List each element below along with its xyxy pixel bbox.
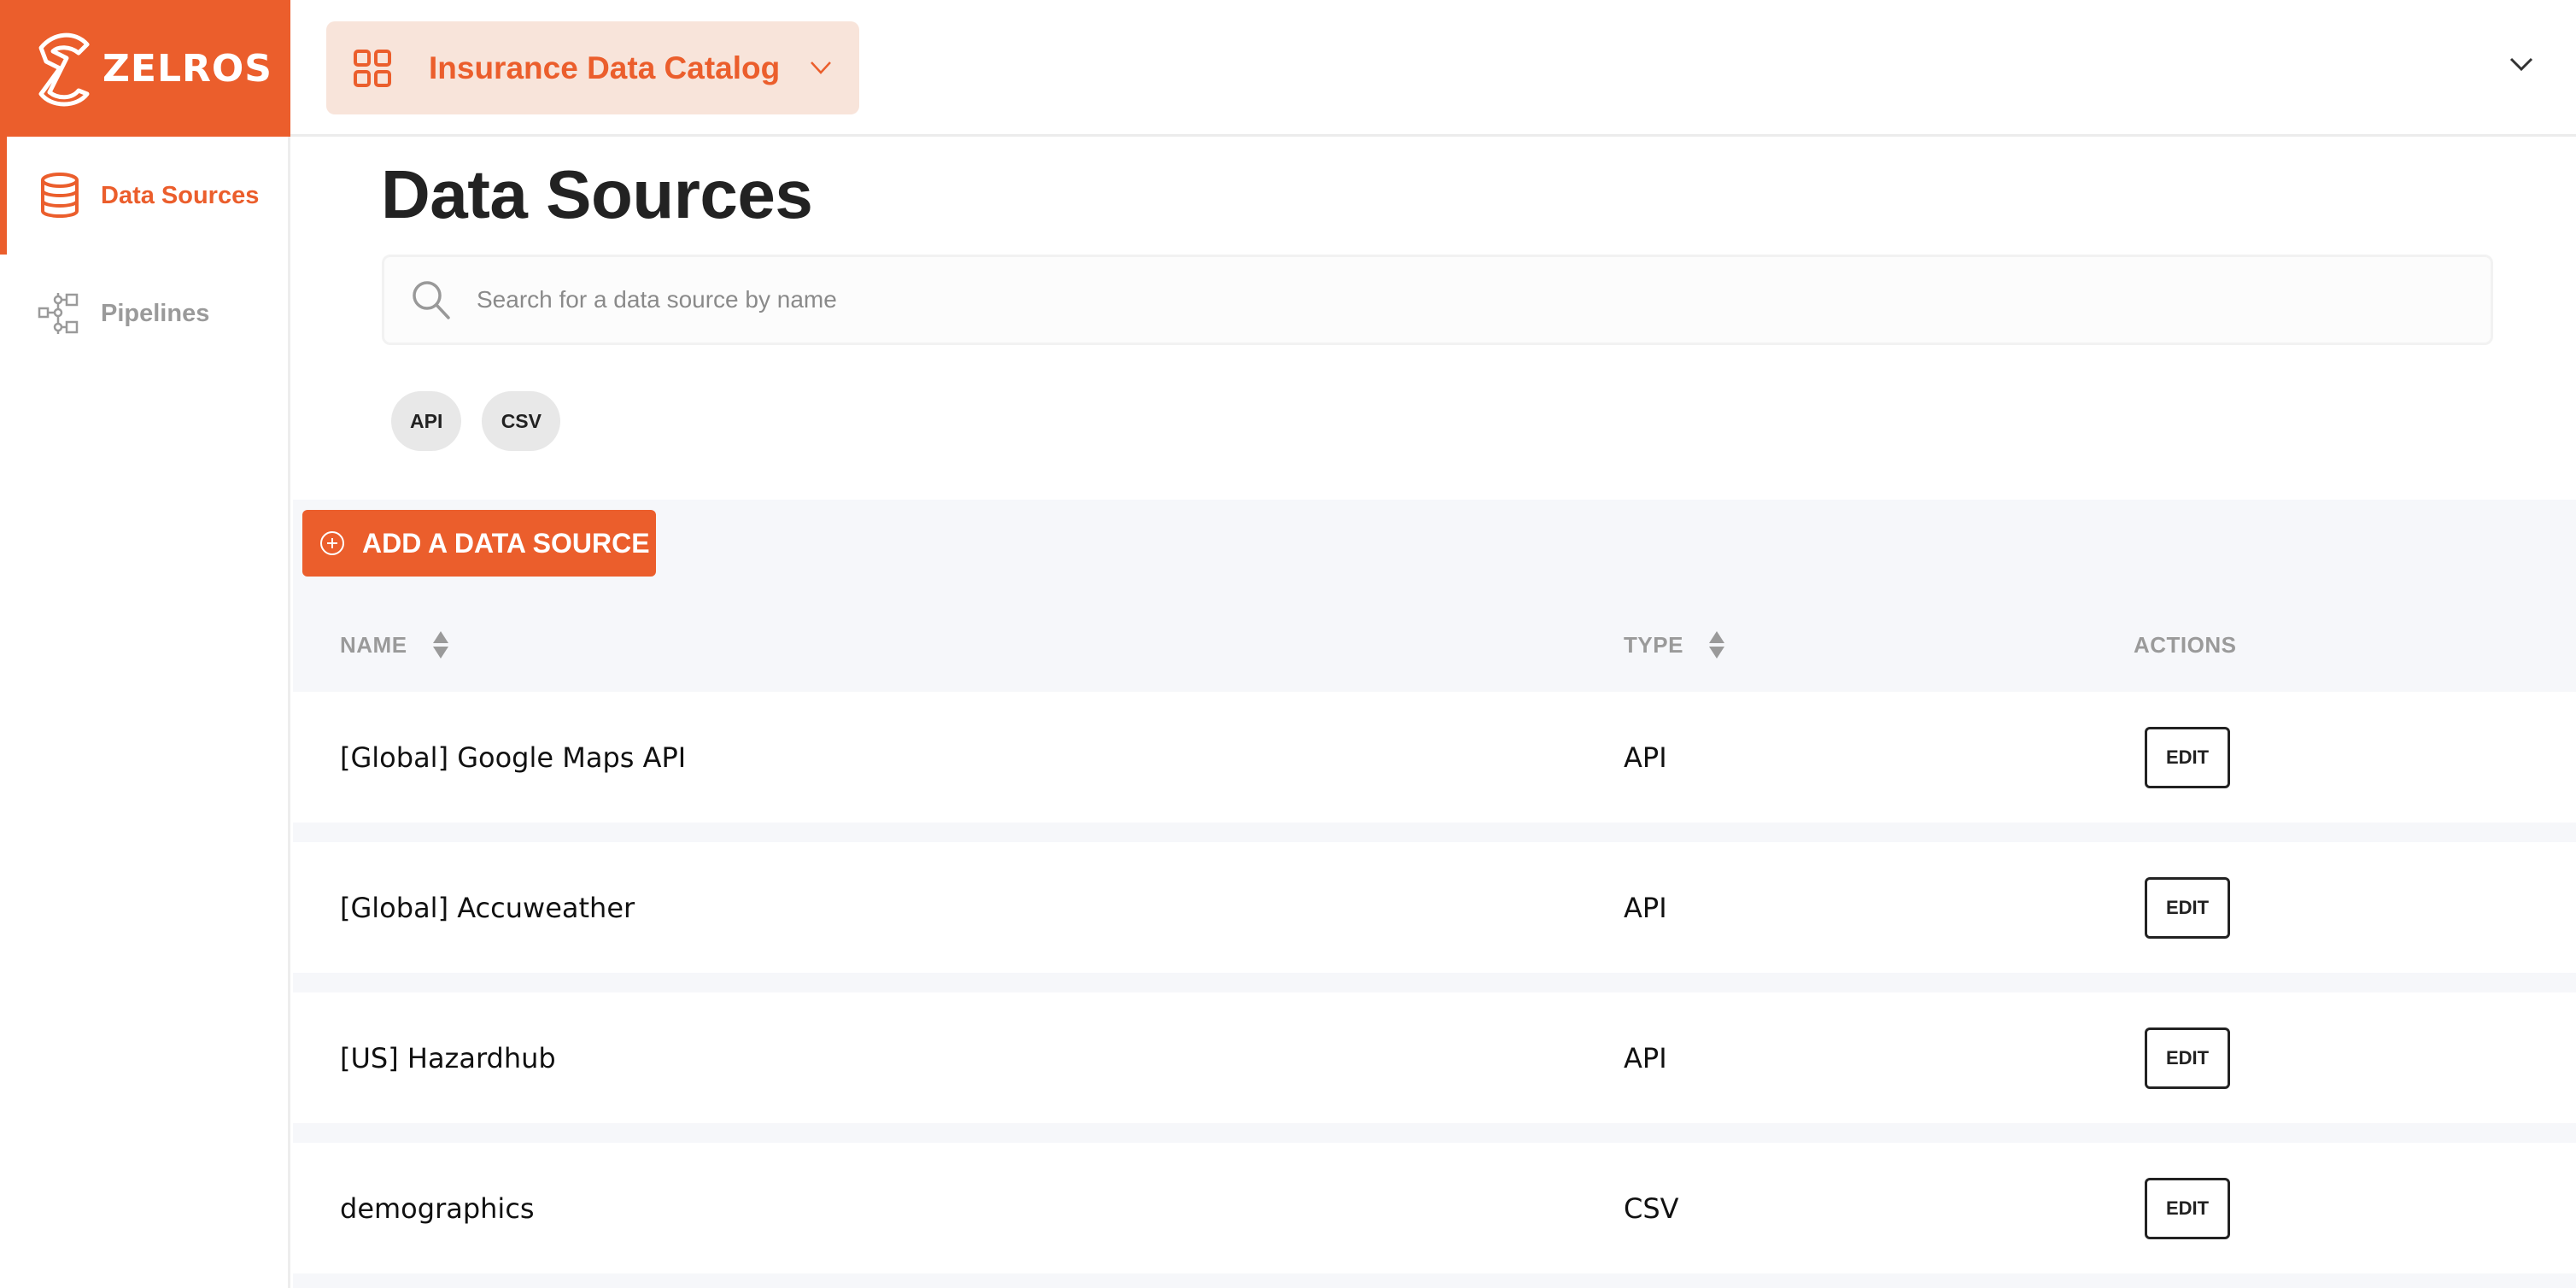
add-data-source-button[interactable]: ADD A DATA SOURCE xyxy=(302,510,656,577)
column-header-name[interactable]: NAME xyxy=(340,598,448,692)
filter-chip-csv[interactable]: CSV xyxy=(482,391,561,451)
column-label: NAME xyxy=(340,631,407,658)
cell-name: demographics xyxy=(340,1191,535,1225)
catalog-switcher[interactable]: Insurance Data Catalog xyxy=(326,21,859,114)
search-box[interactable] xyxy=(382,255,2493,345)
edit-button[interactable]: EDIT xyxy=(2145,1027,2230,1089)
column-header-actions: ACTIONS xyxy=(2134,598,2237,692)
page-title: Data Sources xyxy=(381,156,813,232)
table-row: [Global] Accuweather API EDIT xyxy=(293,842,2576,973)
cell-name: [US] Hazardhub xyxy=(340,1041,556,1074)
database-icon xyxy=(41,173,79,218)
add-button-label: ADD A DATA SOURCE xyxy=(362,527,650,559)
cell-type: API xyxy=(1624,891,1667,924)
search-input[interactable] xyxy=(477,286,2356,313)
edit-button[interactable]: EDIT xyxy=(2145,1177,2230,1239)
chevron-down-icon[interactable] xyxy=(2509,56,2533,73)
sidebar-item-data-sources[interactable]: Data Sources xyxy=(0,137,288,255)
filter-chip-api[interactable]: API xyxy=(391,391,462,451)
top-header: Insurance Data Catalog xyxy=(290,0,2576,137)
sidebar-item-label: Data Sources xyxy=(101,181,260,209)
sort-icon[interactable] xyxy=(1708,631,1724,659)
table-row: demographics CSV EDIT xyxy=(293,1143,2576,1273)
pipeline-icon xyxy=(38,293,79,334)
cell-name: [Global] Google Maps API xyxy=(340,741,687,774)
table-row: [US] Hazardhub API EDIT xyxy=(293,992,2576,1123)
logo[interactable]: ZELROS xyxy=(0,0,290,137)
grid-icon xyxy=(354,49,391,87)
column-label: ACTIONS xyxy=(2134,631,2237,658)
edit-button[interactable]: EDIT xyxy=(2145,726,2230,788)
column-header-type[interactable]: TYPE xyxy=(1624,598,1724,692)
cell-type: CSV xyxy=(1624,1191,1679,1225)
sort-icon[interactable] xyxy=(432,631,448,659)
column-label: TYPE xyxy=(1624,631,1683,658)
sidebar-item-pipelines[interactable]: Pipelines xyxy=(0,255,288,372)
zelros-logo-icon xyxy=(38,32,90,107)
plus-circle-icon xyxy=(320,531,344,555)
sidebar: ZELROS Data Sources Pipelines xyxy=(0,0,290,1288)
chevron-down-icon xyxy=(811,61,831,74)
data-sources-table: ADD A DATA SOURCE NAME TYPE ACTIONS [Glo… xyxy=(293,500,2576,1288)
sidebar-item-label: Pipelines xyxy=(101,299,210,327)
edit-button[interactable]: EDIT xyxy=(2145,876,2230,939)
brand-name: ZELROS xyxy=(102,46,272,91)
table-header: NAME TYPE ACTIONS xyxy=(293,598,2576,692)
cell-type: API xyxy=(1624,741,1667,774)
table-row: [Global] Google Maps API API EDIT xyxy=(293,692,2576,823)
cell-name: [Global] Accuweather xyxy=(340,891,635,924)
cell-type: API xyxy=(1624,1041,1667,1074)
type-filters: API CSV xyxy=(391,391,561,451)
search-icon xyxy=(413,281,450,319)
catalog-name: Insurance Data Catalog xyxy=(429,50,781,85)
